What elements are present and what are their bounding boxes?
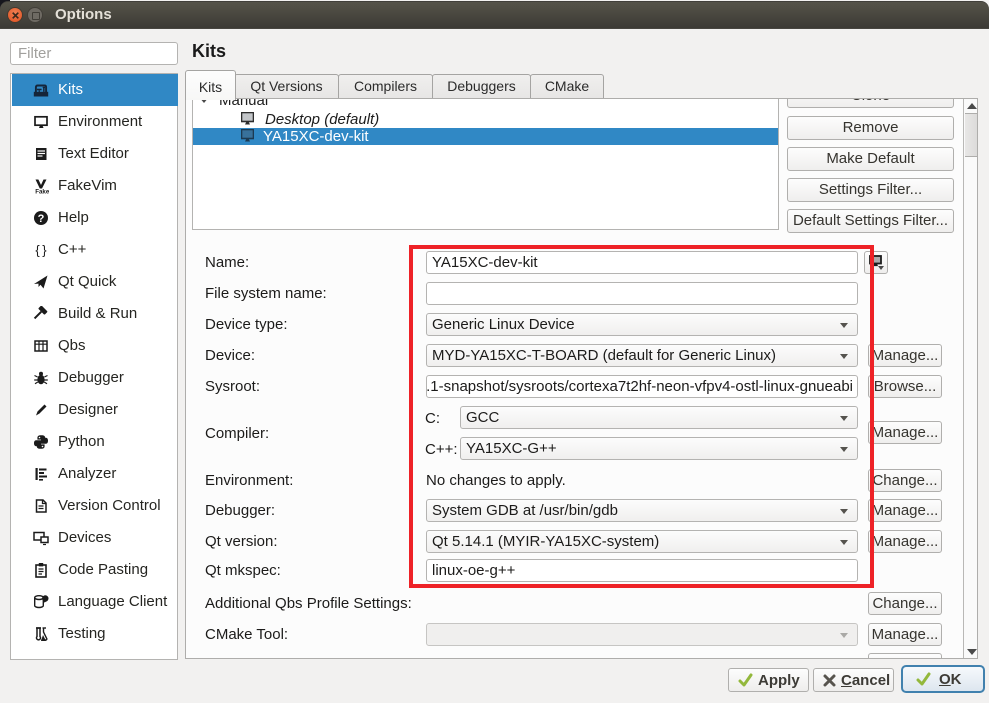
svg-text:Fake: Fake [35, 189, 49, 194]
svg-text:{ }: { } [35, 243, 47, 258]
svg-text:?: ? [38, 213, 45, 225]
